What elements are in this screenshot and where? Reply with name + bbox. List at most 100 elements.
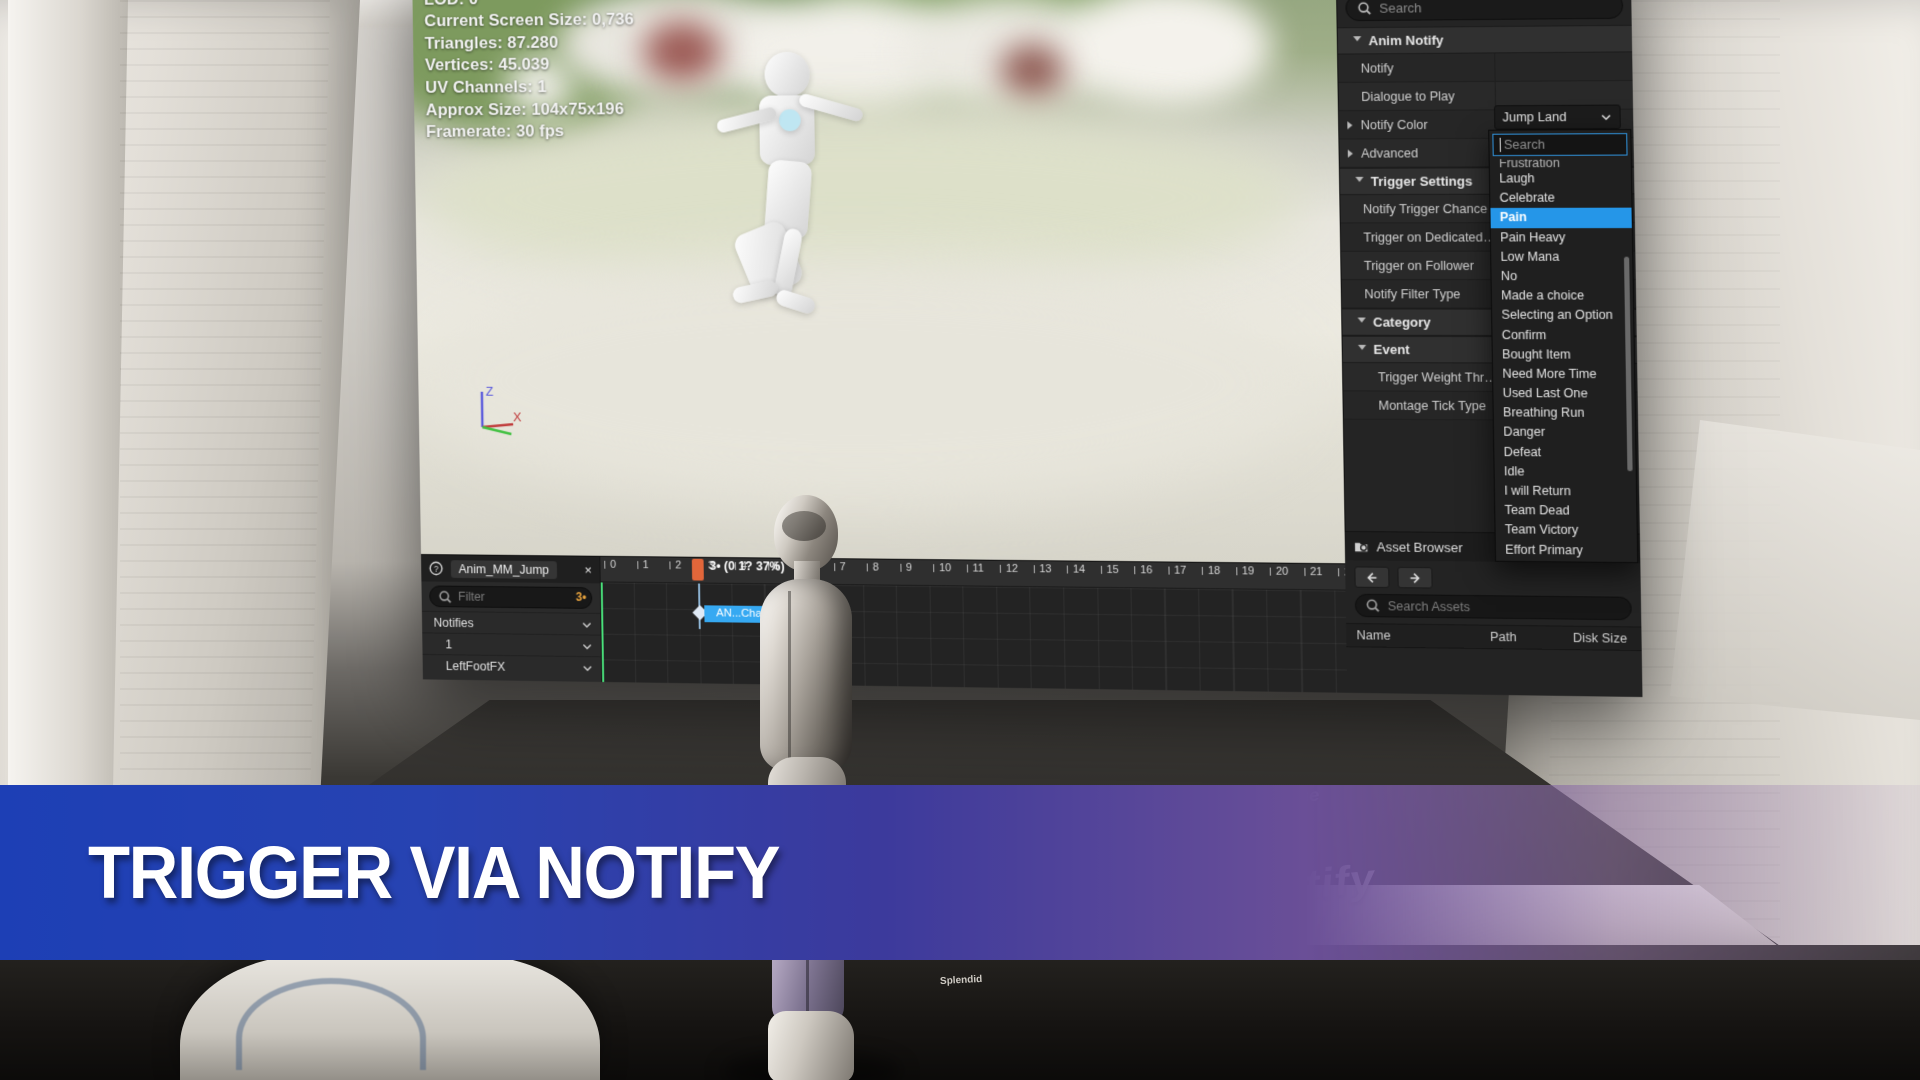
dropdown-option[interactable]: I will Return [1495,481,1636,502]
notify-frame-badge: 3• [575,590,587,604]
ruler-tick: 10 [939,562,952,575]
character-torso [760,579,852,771]
chevron-down-icon[interactable] [581,618,593,630]
details-search-input[interactable]: Search [1345,0,1624,22]
dropdown-option[interactable]: Danger [1494,423,1635,443]
dialogue-to-play-value: Jump Land [1502,109,1567,125]
ruler-tick: 18 [1207,564,1221,578]
character-torso-seam [788,591,791,759]
column-header-path[interactable]: Path [1480,630,1563,645]
column-header-disk-size[interactable]: Disk Size [1562,631,1641,646]
character-boot [768,1011,854,1080]
dropdown-option[interactable]: No [1491,267,1632,287]
dialogue-dropdown[interactable]: Search Frustration Laugh Celebrate Pain … [1488,128,1639,564]
property-value[interactable] [1494,52,1633,81]
track-label: 1 [445,637,453,651]
dropdown-option[interactable]: Pain Heavy [1491,228,1632,248]
asset-browser-forward-button[interactable] [1397,566,1433,589]
character-visor [782,511,826,541]
stat-line: Vertices: 45.039 [424,55,550,75]
property-label: Dialogue to Play [1361,88,1455,104]
stat-line: Triangles: 87.280 [424,32,559,53]
property-row-notify[interactable]: Notify [1338,52,1633,83]
track-row-1[interactable]: 1 [422,632,601,657]
ruler-tick: 13 [1039,563,1052,576]
floor-tiny-label: Splendid [939,973,983,988]
ruler-tick: 21 [1309,565,1323,579]
dropdown-option[interactable]: Celebrate [1490,188,1631,208]
viewport[interactable]: Previewing Animation Anim_MM_Jump LOD: 0… [411,0,1346,564]
chevron-down-icon [1358,344,1367,354]
dropdown-option[interactable]: Team Dead [1495,501,1636,522]
section-event-label: Event [1373,341,1410,358]
property-label: Notify Trigger Chance [1362,201,1488,216]
dropdown-option[interactable]: Need More Time [1493,364,1634,384]
ruler-tick: 11 [972,562,984,575]
arrow-left-icon [1365,570,1380,584]
help-circle-icon[interactable]: ? [429,561,444,576]
svg-text:?: ? [434,564,439,574]
chevron-down-icon [1353,36,1362,46]
notify-filter-input[interactable]: Filter [429,585,593,609]
stat-line: Approx Size: 104x75x196 [425,99,625,119]
notify-filter-placeholder: Filter [457,589,485,604]
lower-third-banner: TRIGGER VIA NOTIFY [0,785,1920,960]
dropdown-option[interactable]: Idle [1494,462,1635,483]
dropdown-option[interactable]: Made a choice [1492,286,1633,306]
column-header-name[interactable]: Name [1346,628,1480,644]
property-label: Trigger on Follower [1363,258,1475,273]
dropdown-option[interactable]: Selecting an Option [1492,306,1633,326]
asset-browser-columns[interactable]: Name Path Disk Size [1346,622,1642,652]
timeline-playhead[interactable] [600,582,605,683]
right-wall-panel [1670,420,1920,720]
ruler-tick: 1 [642,559,649,572]
dropdown-option[interactable]: Effort Primary [1496,540,1637,561]
ruler-tick: 15 [1106,563,1119,577]
stat-line: UV Channels: 1 [425,77,547,97]
notify-timeline-panel: ? Anim_MM_Jump × Filter 3• Notifies 1 Le… [421,554,1348,693]
search-icon [438,589,453,604]
property-label: Trigger Weight Thre... [1377,369,1500,385]
track-row-notifies[interactable]: Notifies [421,610,601,635]
dropdown-option[interactable]: Bought Item [1493,345,1634,365]
dropdown-option[interactable]: Breathing Run [1494,403,1635,423]
chevron-down-icon [1600,111,1613,123]
dropdown-option-selected[interactable]: Pain [1490,208,1632,228]
timeline-scrubber[interactable] [691,558,704,581]
dropdown-option[interactable]: Low Mana [1491,247,1632,267]
dropdown-option[interactable]: Laugh [1490,169,1631,189]
preview-mannequin [715,51,873,339]
dropdown-option[interactable]: Confirm [1492,325,1633,345]
arrow-right-icon [1408,571,1423,585]
banner-title: TRIGGER VIA NOTIFY [88,831,781,914]
stat-line: Framerate: 30 fps [425,121,565,142]
dropdown-search-input[interactable]: Search [1492,133,1628,157]
asset-browser-back-button[interactable] [1354,566,1390,589]
dropdown-option[interactable]: Effort Heavy [1496,559,1637,563]
svg-text:X: X [513,409,522,424]
screenshot-root: Make use of the notify to play a dialogu… [0,0,1920,1080]
text-caret [1499,137,1501,153]
details-search-placeholder: Search [1379,0,1422,16]
timeline-grid[interactable]: AN...Character_Dialogue ...Left [600,582,1348,693]
property-label: Montage Tick Type [1378,398,1487,413]
dialogue-to-play-combobox[interactable]: Jump Land [1493,104,1621,130]
search-icon [1357,0,1373,15]
track-label: Notifies [433,615,474,630]
section-anim-notify[interactable]: Anim Notify [1337,24,1633,55]
asset-browser-nav[interactable] [1345,560,1641,593]
notify-panel-close[interactable]: × [584,563,592,578]
track-row-leftfootfx[interactable]: LeftFootFX [422,653,602,679]
dropdown-option[interactable]: Team Victory [1495,520,1636,541]
property-label: Advanced [1360,145,1419,161]
asset-browser-search-input[interactable]: Search Assets [1354,593,1632,621]
chevron-down-icon[interactable] [581,640,593,652]
chevron-down-icon[interactable] [582,661,594,673]
property-label: Notify Color [1360,117,1428,132]
section-trigger-settings-label: Trigger Settings [1370,173,1473,189]
chevron-down-icon [1357,317,1366,327]
dropdown-option-list[interactable]: Frustration Laugh Celebrate Pain Pain He… [1490,159,1638,563]
dropdown-option[interactable]: Defeat [1494,442,1635,462]
dropdown-option[interactable]: Used Last One [1493,384,1634,404]
dropdown-option[interactable]: Frustration [1490,159,1631,170]
